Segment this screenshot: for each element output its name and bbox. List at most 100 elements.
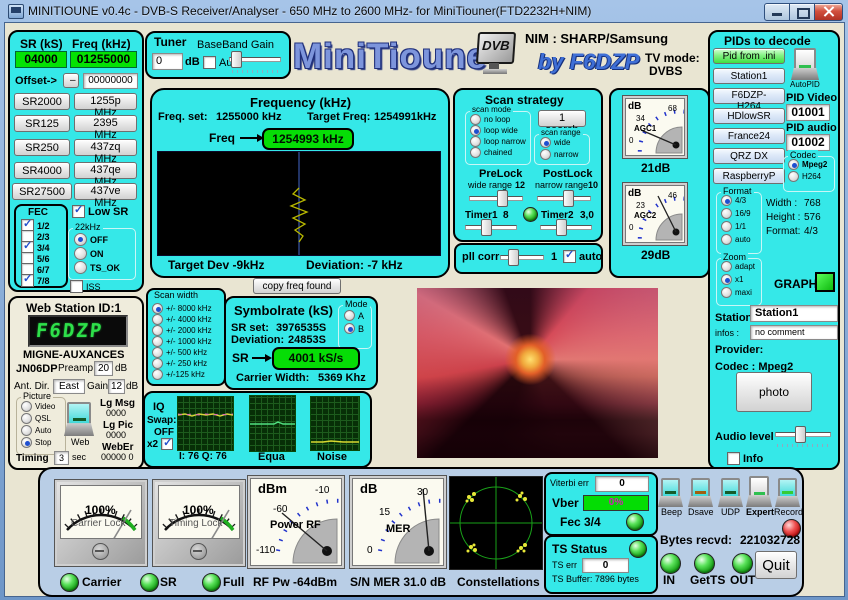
22khz-radio[interactable]	[74, 233, 87, 246]
pid-preset-button[interactable]: F6DZP-H264	[713, 88, 785, 104]
beep-switch[interactable]	[660, 478, 681, 507]
codec-radio[interactable]	[788, 159, 799, 170]
fec-checkbox[interactable]	[21, 274, 34, 287]
preamp-input[interactable]: 20	[94, 361, 113, 376]
scan-mode-radio[interactable]	[470, 114, 481, 125]
vber-display: 0%	[583, 495, 649, 511]
ts-status-panel: TS Status TS err 0 TS Buffer: 7896 bytes	[544, 535, 658, 594]
format-radio[interactable]	[721, 195, 732, 206]
format-radio[interactable]	[721, 221, 732, 232]
gain-input[interactable]: 12	[108, 379, 125, 394]
picture-radio[interactable]	[21, 425, 32, 436]
22khz-radio[interactable]	[74, 261, 87, 274]
sr-preset-button[interactable]: SR2000	[14, 93, 70, 110]
freq-preset-button[interactable]: 2395 MHz	[74, 115, 137, 132]
tuner-gain-input[interactable]: 0	[152, 53, 183, 70]
photo-button[interactable]: photo	[736, 372, 812, 412]
info-checkbox[interactable]	[727, 452, 740, 465]
codec-radio[interactable]	[788, 171, 799, 182]
pid-preset-button[interactable]: HDlowSR	[713, 108, 785, 124]
freq-preset-button[interactable]: 437zq MHz	[74, 139, 137, 156]
pid-preset-button[interactable]: Pid from .ini	[713, 48, 785, 64]
autopid-switch[interactable]	[793, 48, 817, 80]
minimize-button[interactable]	[764, 3, 791, 21]
dsave-switch[interactable]	[690, 478, 711, 507]
pid-preset-button[interactable]: RaspberryP	[713, 168, 785, 184]
web-switch[interactable]	[66, 402, 92, 436]
scan-width-radio[interactable]	[152, 347, 163, 358]
pll-corr-value: 1	[551, 251, 557, 263]
quit-button[interactable]: Quit	[755, 551, 797, 579]
pid-audio-input[interactable]: 01002	[786, 134, 830, 151]
viterbi-input[interactable]: 0	[595, 476, 649, 492]
expert-switch[interactable]	[748, 476, 770, 507]
scan-mode-radio[interactable]	[470, 147, 481, 158]
copy-freq-button[interactable]: copy freq found	[253, 278, 341, 294]
sr-deviation-value: 24853S	[288, 334, 326, 346]
timer2-slider[interactable]	[540, 219, 592, 235]
scan-mode-radio[interactable]	[470, 136, 481, 147]
station-input[interactable]: Station1	[750, 305, 838, 322]
scan-width-radio[interactable]	[152, 325, 163, 336]
zoom-radio[interactable]	[721, 287, 732, 298]
pid-preset-button[interactable]: France24	[713, 128, 785, 144]
infos-input[interactable]: no comment	[750, 325, 838, 340]
record-switch[interactable]	[777, 478, 798, 507]
zoom-radio[interactable]	[721, 274, 732, 285]
baseband-gain-slider[interactable]	[229, 51, 281, 67]
format-radio[interactable]	[721, 234, 732, 245]
sr-preset-button[interactable]: SR4000	[14, 162, 70, 179]
x2-checkbox[interactable]	[161, 438, 173, 450]
maximize-button[interactable]	[789, 3, 816, 21]
pid-preset-button[interactable]: QRZ DX	[713, 148, 785, 164]
pid-video-input[interactable]: 01001	[786, 104, 830, 121]
pll-corr-slider[interactable]	[500, 249, 544, 265]
picture-radio[interactable]	[21, 437, 32, 448]
scan-led	[523, 207, 538, 222]
freq-preset-button[interactable]: 437ve MHz	[74, 183, 137, 200]
sr-preset-button[interactable]: SR27500	[12, 183, 72, 200]
mode-radio[interactable]	[344, 310, 355, 321]
close-button[interactable]	[814, 3, 843, 21]
scan-width-radio[interactable]	[152, 314, 163, 325]
scan-mode-radio[interactable]	[470, 125, 481, 136]
mode-radio[interactable]	[344, 323, 355, 334]
preamp-unit: dB	[115, 363, 127, 374]
iq-swap-label: Swap:	[147, 415, 176, 426]
zoom-radio[interactable]	[721, 261, 732, 272]
tuner-auto-checkbox[interactable]	[203, 56, 216, 69]
audio-level-slider[interactable]	[775, 426, 831, 442]
scan-width-radio[interactable]	[152, 369, 163, 380]
timing-input[interactable]: 3	[54, 451, 69, 465]
ts-err-input[interactable]: 0	[582, 558, 629, 573]
iss-checkbox[interactable]	[70, 280, 83, 293]
carrier-width-label: Carrier Width:	[236, 372, 309, 384]
timer1-slider[interactable]	[465, 219, 517, 235]
ant-dir-input[interactable]: East	[53, 379, 85, 394]
format-radio[interactable]	[721, 208, 732, 219]
offset-input[interactable]: 00000000	[83, 73, 138, 89]
scan-width-radio[interactable]	[152, 303, 163, 314]
scan-width-radio[interactable]	[152, 336, 163, 347]
udp-switch[interactable]	[720, 478, 741, 507]
sr-preset-button[interactable]: SR125	[14, 115, 70, 132]
scan-width-radio[interactable]	[152, 358, 163, 369]
scan-range-radio[interactable]	[540, 149, 551, 160]
picture-radio[interactable]	[21, 401, 32, 412]
narrow-range-slider[interactable]	[537, 190, 591, 206]
graph-indicator[interactable]	[815, 272, 835, 292]
low-sr-checkbox[interactable]	[72, 205, 85, 218]
pid-preset-button[interactable]: Station1	[713, 68, 785, 84]
scan-range-radio[interactable]	[540, 137, 551, 148]
power-rf-meter: dBm -10 -60 Power RF -110	[247, 475, 345, 569]
freq-preset-button[interactable]: 437qe MHz	[74, 162, 137, 179]
22khz-radio[interactable]	[74, 247, 87, 260]
freq-preset-button[interactable]: 1255p MHz	[74, 93, 137, 110]
picture-radio[interactable]	[21, 413, 32, 424]
sr-preset-button[interactable]: SR250	[14, 139, 70, 156]
search-button[interactable]: 1 search	[538, 110, 586, 127]
pll-corr-panel: pll corr 1 auto	[454, 243, 603, 274]
pll-auto-checkbox[interactable]	[563, 250, 576, 263]
offset-minus-button[interactable]: –	[63, 73, 79, 88]
wide-range-slider[interactable]	[469, 190, 523, 206]
